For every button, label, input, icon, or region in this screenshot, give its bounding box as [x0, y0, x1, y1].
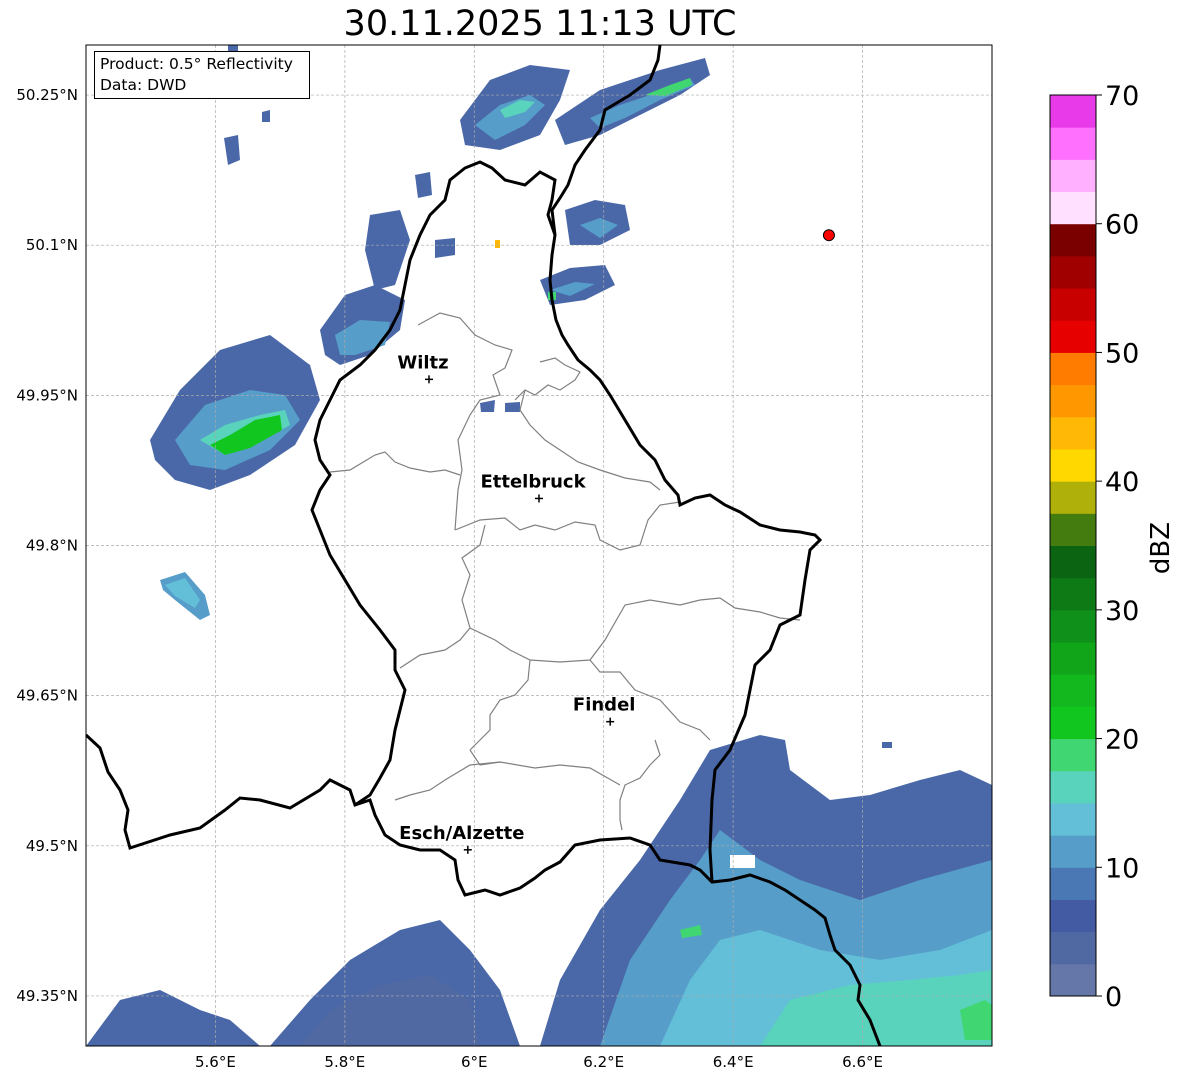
colorbar-segment — [1050, 835, 1096, 868]
colorbar-tick-label: 40 — [1105, 467, 1139, 498]
lon-tick-label: 6°E — [461, 1053, 488, 1071]
echo-cell-northwest — [150, 110, 520, 620]
radar-map: Wiltz Ettelbruck Findel Esch/Alzette 5.6°E 5… — [16, 44, 1176, 1071]
colorbar-segment — [1050, 95, 1096, 128]
colorbar-segment — [1050, 931, 1096, 965]
lon-tick-label: 5.8°E — [324, 1053, 365, 1071]
colorbar-label: dBZ — [1146, 522, 1176, 574]
colorbar-tick-label: 0 — [1105, 982, 1122, 1013]
lon-tick-label: 6.2°E — [583, 1053, 624, 1071]
colorbar-segment — [1050, 127, 1096, 160]
lat-tick-label: 50.25°N — [16, 86, 78, 104]
data-source-label: Data: DWD — [100, 76, 187, 94]
city-label: Wiltz — [397, 352, 448, 373]
city-label: Ettelbruck — [480, 471, 586, 492]
colorbar-tick-label: 30 — [1105, 596, 1139, 627]
echo-field-southwest — [86, 920, 520, 1046]
colorbar-tick-label: 60 — [1105, 210, 1139, 241]
lat-tick-label: 49.35°N — [16, 987, 78, 1005]
colorbar-segment — [1050, 255, 1096, 289]
colorbar-segment — [1050, 320, 1096, 353]
colorbar-tick-label: 20 — [1105, 725, 1139, 756]
colorbar-segment — [1050, 159, 1096, 193]
city-marker: Wiltz — [397, 352, 449, 384]
colorbar-segment — [1050, 738, 1096, 772]
colorbar-segment — [1050, 223, 1096, 257]
colorbar-tick-label: 50 — [1105, 338, 1139, 369]
colorbar-segment — [1050, 770, 1096, 804]
radar-site-marker — [822, 229, 835, 242]
colorbar: 0 10 20 30 40 50 60 70 — [1049, 81, 1139, 1013]
lat-tick-label: 49.95°N — [16, 386, 78, 404]
colorbar-segment — [1050, 674, 1096, 707]
colorbar-segment — [1050, 448, 1096, 482]
colorbar-segment — [1050, 963, 1096, 997]
colorbar-segment — [1050, 609, 1096, 643]
colorbar-segment — [1050, 288, 1096, 321]
colorbar-segment — [1050, 577, 1096, 611]
colorbar-segment — [1050, 191, 1096, 225]
echo-field-southeast — [540, 735, 992, 1046]
city-markers: Wiltz Ettelbruck Findel Esch/Alzette — [397, 352, 636, 854]
product-label: Product: 0.5° Reflectivity — [100, 55, 293, 73]
product-info-box: Product: 0.5° Reflectivity Data: DWD — [94, 51, 310, 99]
colorbar-segment — [1050, 384, 1096, 418]
colorbar-segment — [1050, 545, 1096, 579]
colorbar-segment — [1050, 352, 1096, 386]
lat-tick-label: 49.65°N — [16, 687, 78, 705]
colorbar-segment — [1050, 513, 1096, 546]
colorbar-tick-label: 10 — [1105, 853, 1139, 884]
city-label: Esch/Alzette — [399, 823, 524, 844]
lat-tick-label: 50.1°N — [26, 236, 78, 254]
lon-tick-label: 6.6°E — [842, 1053, 883, 1071]
colorbar-segment — [1050, 481, 1096, 514]
colorbar-segment — [1050, 706, 1096, 740]
city-marker: Findel — [573, 695, 636, 726]
lat-tick-label: 49.5°N — [26, 837, 78, 855]
colorbar-segment — [1050, 416, 1096, 450]
city-label: Findel — [573, 695, 636, 716]
city-marker: Ettelbruck — [480, 471, 587, 503]
colorbar-segment — [1050, 802, 1096, 836]
colorbar-segment — [1050, 867, 1096, 900]
colorbar-segment — [1050, 642, 1096, 675]
lat-tick-label: 49.8°N — [26, 537, 78, 555]
colorbar-segment — [1050, 899, 1096, 933]
colorbar-tick-label: 70 — [1105, 81, 1139, 112]
lon-tick-label: 6.4°E — [713, 1053, 754, 1071]
lon-tick-label: 5.6°E — [195, 1053, 236, 1071]
